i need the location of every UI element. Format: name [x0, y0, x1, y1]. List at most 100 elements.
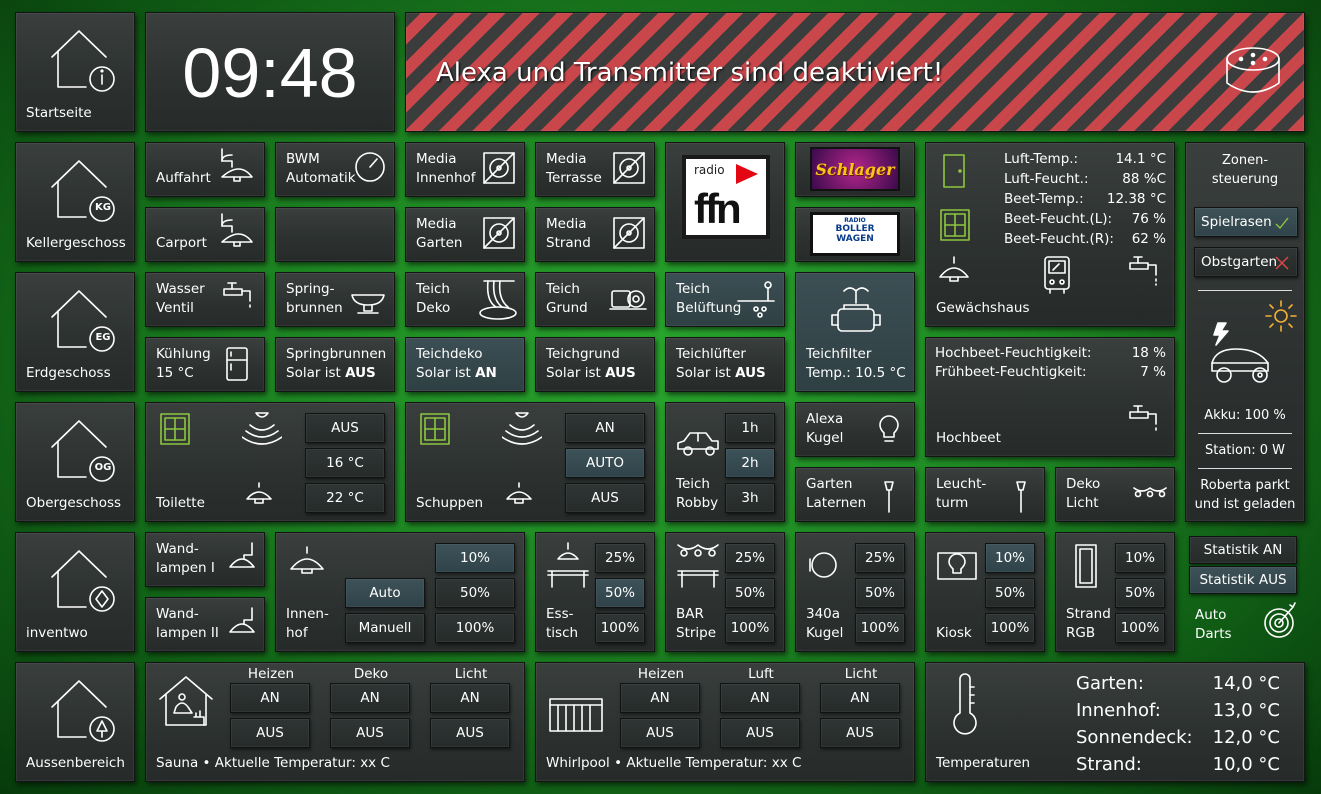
auto-darts-tile[interactable]: Auto Darts — [1185, 597, 1305, 652]
whirlpool-heizen-an-button[interactable]: AN — [620, 683, 700, 713]
bar-25-button[interactable]: 25% — [725, 543, 775, 573]
zonensteuerung-tile: Zonen-steuerung Spielrasen Obstgarten Ak… — [1185, 142, 1305, 522]
car-icon — [677, 432, 719, 456]
nav-aussenbereich[interactable]: Aussenbereich — [15, 662, 135, 782]
innenhof-50-button[interactable]: 50% — [435, 578, 515, 608]
alert-banner: Alexa und Transmitter sind deaktiviert! — [405, 12, 1305, 132]
teichluefter-solar-tile[interactable]: Teichlüfter Solar ist AUS — [665, 337, 785, 392]
wasser-ventil-tile[interactable]: Wasser Ventil — [145, 272, 265, 327]
zone-spielrasen-button[interactable]: Spielrasen — [1194, 207, 1298, 237]
motion-sensor-icon — [242, 412, 282, 445]
bwm-tile[interactable]: BWM Automatik — [275, 142, 395, 197]
statistik-an-button[interactable]: Statistik AN — [1189, 536, 1297, 564]
hochbeet-readings: Hochbeet-Feuchtigkeit: 18 % Frühbeet-Feuch… — [935, 344, 1166, 382]
robby-1h-button[interactable]: 1h — [725, 413, 775, 443]
motion-sensor-icon — [502, 412, 542, 445]
statistik-aus-button[interactable]: Statistik AUS — [1189, 566, 1297, 594]
wandlampen-1-tile[interactable]: Wand-lampen I — [145, 532, 265, 587]
toilette-22c-button[interactable]: 22 °C — [305, 483, 385, 513]
strand-10-button[interactable]: 10% — [1115, 543, 1165, 573]
robby-2h-button[interactable]: 2h — [725, 448, 775, 478]
sauna-heizen-an-button[interactable]: AN — [230, 683, 310, 713]
teich-belueftung-tile[interactable]: Teich Belüftung — [665, 272, 785, 327]
esstisch-100-button[interactable]: 100% — [595, 613, 645, 643]
sauna-heizen-aus-button[interactable]: AUS — [230, 718, 310, 748]
alexa-kugel-tile[interactable]: Alexa Kugel — [795, 402, 915, 457]
sauna-deko-aus-button[interactable]: AUS — [330, 718, 410, 748]
innenhof-100-button[interactable]: 100% — [435, 613, 515, 643]
radio-ffn-logo: radio ffn — [682, 155, 770, 239]
toilette-aus-button[interactable]: AUS — [305, 413, 385, 443]
nav-inventwo[interactable]: inventwo — [15, 532, 135, 652]
esstisch-50-button[interactable]: 50% — [595, 578, 645, 608]
sauna-deko-an-button[interactable]: AN — [330, 683, 410, 713]
schuppen-auto-button[interactable]: AUTO — [565, 448, 645, 478]
toilette-16c-button[interactable]: 16 °C — [305, 448, 385, 478]
strand-50-button[interactable]: 50% — [1115, 578, 1165, 608]
kiosk-10-button[interactable]: 10% — [985, 543, 1035, 573]
ceiling-lamp-icon — [939, 256, 969, 282]
mower-status: Roberta parkt und ist geladen — [1194, 478, 1296, 512]
window-icon — [940, 209, 970, 241]
reading-row: Luft-Feucht.: 88 %C — [1004, 171, 1166, 187]
kuehlung-tile[interactable]: Kühlung 15 °C — [145, 337, 265, 392]
innenhof-manuell-button[interactable]: Manuell — [345, 613, 425, 643]
string-lights-icon — [1133, 487, 1167, 498]
nav-kellergeschoss[interactable]: KG Kellergeschoss — [15, 142, 135, 262]
kugel-100-button[interactable]: 100% — [855, 613, 905, 643]
kiosk-100-button[interactable]: 100% — [985, 613, 1035, 643]
thermometer-icon — [953, 673, 977, 735]
nav-obergeschoss[interactable]: OG Obergeschoss — [15, 402, 135, 522]
whirlpool-luft-an-button[interactable]: AN — [720, 683, 800, 713]
bar-100-button[interactable]: 100% — [725, 613, 775, 643]
whirlpool-heizen-aus-button[interactable]: AUS — [620, 718, 700, 748]
carport-tile[interactable]: Carport — [145, 207, 265, 262]
strand-100-button[interactable]: 100% — [1115, 613, 1165, 643]
kugel-25-button[interactable]: 25% — [855, 543, 905, 573]
clock-tile: 09:48 — [145, 12, 395, 132]
teichdeko-solar-tile[interactable]: Teichdeko Solar ist AN — [405, 337, 525, 392]
divider — [1198, 468, 1292, 469]
media-strand-tile[interactable]: Media Strand — [535, 207, 655, 262]
auffahrt-tile[interactable]: Auffahrt — [145, 142, 265, 197]
kugel-50-button[interactable]: 50% — [855, 578, 905, 608]
robby-3h-button[interactable]: 3h — [725, 483, 775, 513]
whirlpool-licht-aus-button[interactable]: AUS — [820, 718, 900, 748]
leuchtturm-tile[interactable]: Leucht-turm — [925, 467, 1045, 522]
media-terrasse-tile[interactable]: Media Terrasse — [535, 142, 655, 197]
whirlpool-luft-aus-button[interactable]: AUS — [720, 718, 800, 748]
nav-erdgeschoss[interactable]: EG Erdgeschoss — [15, 272, 135, 392]
window-icon — [160, 413, 190, 445]
springbrunnen-tile[interactable]: Spring-brunnen — [275, 272, 395, 327]
wall-lamp-icon — [221, 213, 253, 247]
innenhof-10-button[interactable]: 10% — [435, 543, 515, 573]
sauna-licht-an-button[interactable]: AN — [430, 683, 510, 713]
kiosk-50-button[interactable]: 50% — [985, 578, 1035, 608]
media-garten-tile[interactable]: Media Garten — [405, 207, 525, 262]
media-innenhof-tile[interactable]: Media Innenhof — [405, 142, 525, 197]
garten-laternen-tile[interactable]: Garten Laternen — [795, 467, 915, 522]
teich-deko-tile[interactable]: Teich Deko — [405, 272, 525, 327]
wandlampen-2-tile[interactable]: Wand-lampen II — [145, 597, 265, 652]
zone-obstgarten-button[interactable]: Obstgarten — [1194, 247, 1298, 277]
radio-ffn-tile[interactable]: radio ffn — [665, 142, 785, 262]
bollerwagen-radio-tile[interactable]: RADIO BOLLER WAGEN — [795, 207, 915, 262]
springbrunnen-solar-tile[interactable]: Springbrunnen Solar ist AUS — [275, 337, 395, 392]
reading-row: Hochbeet-Feuchtigkeit: 18 % — [935, 345, 1166, 361]
sauna-licht-aus-button[interactable]: AUS — [430, 718, 510, 748]
schuppen-aus-button[interactable]: AUS — [565, 483, 645, 513]
esstisch-25-button[interactable]: 25% — [595, 543, 645, 573]
whirlpool-licht-an-button[interactable]: AN — [820, 683, 900, 713]
deko-licht-tile[interactable]: Deko Licht — [1055, 467, 1175, 522]
schlager-radio-tile[interactable]: Schlager — [795, 142, 915, 197]
teich-grund-tile[interactable]: Teich Grund — [535, 272, 655, 327]
akku-status: Akku: 100 % — [1204, 408, 1286, 423]
schuppen-an-button[interactable]: AN — [565, 413, 645, 443]
bar-50-button[interactable]: 50% — [725, 578, 775, 608]
nav-startseite[interactable]: Startseite — [15, 12, 135, 132]
teichgrund-solar-tile[interactable]: Teichgrund Solar ist AUS — [535, 337, 655, 392]
outdoor-temperatures: Garten: 14,0 °C Innenhof: 13,0 °C Sonnendeck… — [1076, 670, 1280, 778]
teichfilter-tile[interactable]: Teichfilter Temp.: 10.5 °C — [795, 272, 915, 392]
innenhof-auto-button[interactable]: Auto — [345, 578, 425, 608]
fountain-bowl-icon — [351, 294, 385, 314]
